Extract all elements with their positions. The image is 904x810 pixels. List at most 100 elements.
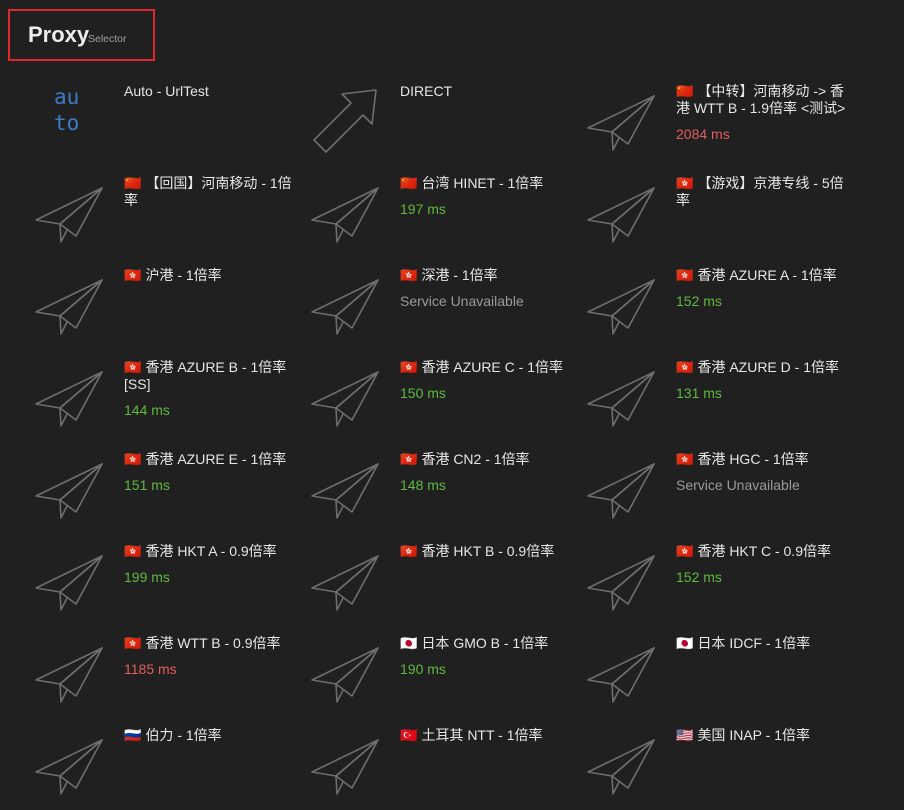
country-flag-icon: 🇭🇰 bbox=[400, 267, 418, 283]
paper-plane-icon bbox=[32, 266, 104, 338]
country-flag-icon: 🇭🇰 bbox=[676, 267, 694, 283]
paper-plane-icon bbox=[584, 542, 656, 614]
proxy-name-label: 日本 IDCF - 1倍率 bbox=[697, 635, 811, 651]
proxy-delay: 197 ms bbox=[400, 201, 446, 217]
proxy-name: 🇹🇷 土耳其 NTT - 1倍率 bbox=[400, 727, 576, 744]
proxy-name: 🇭🇰 香港 WTT B - 0.9倍率 bbox=[124, 635, 300, 652]
proxy-name-label: 香港 CN2 - 1倍率 bbox=[421, 451, 530, 467]
proxy-name: 🇭🇰 香港 AZURE D - 1倍率 bbox=[676, 359, 852, 376]
proxy-node[interactable]: DIRECT bbox=[306, 74, 582, 166]
proxy-name-label: 香港 AZURE A - 1倍率 bbox=[697, 267, 837, 283]
paper-plane-icon bbox=[32, 174, 104, 246]
proxy-name: 🇭🇰 香港 AZURE B - 1倍率 [SS] bbox=[124, 359, 300, 393]
paper-plane-icon bbox=[32, 726, 104, 798]
proxy-node[interactable]: 🇯🇵 日本 IDCF - 1倍率 bbox=[582, 626, 858, 718]
country-flag-icon: 🇭🇰 bbox=[676, 451, 694, 467]
country-flag-icon: 🇭🇰 bbox=[124, 451, 142, 467]
paper-plane-icon bbox=[308, 266, 380, 338]
proxy-node[interactable]: 🇭🇰 香港 AZURE A - 1倍率 152 ms bbox=[582, 258, 858, 350]
proxy-name: Auto - UrlTest bbox=[124, 83, 300, 100]
proxy-node[interactable]: 🇭🇰 香港 HKT B - 0.9倍率 bbox=[306, 534, 582, 626]
proxy-name-label: 香港 HKT B - 0.9倍率 bbox=[421, 543, 555, 559]
paper-plane-icon bbox=[308, 358, 380, 430]
proxy-node[interactable]: 🇭🇰 香港 AZURE D - 1倍率 131 ms bbox=[582, 350, 858, 442]
country-flag-icon: 🇭🇰 bbox=[400, 543, 418, 559]
proxy-node[interactable]: 🇭🇰 香港 AZURE B - 1倍率 [SS] 144 ms bbox=[30, 350, 306, 442]
proxy-node[interactable]: 🇭🇰 沪港 - 1倍率 bbox=[30, 258, 306, 350]
proxy-delay: 199 ms bbox=[124, 569, 170, 585]
paper-plane-icon bbox=[308, 726, 380, 798]
country-flag-icon: 🇭🇰 bbox=[676, 359, 694, 375]
proxy-name: 🇭🇰 【游戏】京港专线 - 5倍率 bbox=[676, 175, 852, 209]
proxy-name-label: 【中转】河南移动 -> 香港 WTT B - 1.9倍率 <测试> bbox=[676, 83, 846, 116]
proxy-name-label: Auto - UrlTest bbox=[124, 83, 209, 99]
proxy-name: 🇺🇸 美国 INAP - 1倍率 bbox=[676, 727, 852, 744]
proxy-name-label: 香港 HKT C - 0.9倍率 bbox=[697, 543, 831, 559]
proxy-delay: 131 ms bbox=[676, 385, 722, 401]
proxy-delay: 148 ms bbox=[400, 477, 446, 493]
proxy-delay: 152 ms bbox=[676, 569, 722, 585]
paper-plane-icon bbox=[584, 634, 656, 706]
proxy-node[interactable]: 🇨🇳 台湾 HINET - 1倍率 197 ms bbox=[306, 166, 582, 258]
proxy-name-label: 香港 AZURE C - 1倍率 bbox=[421, 359, 564, 375]
arrow-up-right-icon bbox=[308, 82, 380, 154]
proxy-node[interactable]: 🇭🇰 香港 HGC - 1倍率 Service Unavailable bbox=[582, 442, 858, 534]
paper-plane-icon bbox=[32, 634, 104, 706]
proxy-node[interactable]: 🇺🇸 美国 INAP - 1倍率 bbox=[582, 718, 858, 810]
proxy-name: 🇭🇰 香港 AZURE E - 1倍率 bbox=[124, 451, 300, 468]
proxy-group-type: Selector bbox=[88, 33, 127, 45]
country-flag-icon: 🇷🇺 bbox=[124, 727, 142, 743]
proxy-name: 🇭🇰 香港 HKT C - 0.9倍率 bbox=[676, 543, 852, 560]
proxy-name-label: 台湾 HINET - 1倍率 bbox=[421, 175, 544, 191]
proxy-node[interactable]: 🇹🇷 土耳其 NTT - 1倍率 bbox=[306, 718, 582, 810]
proxy-node[interactable]: 🇭🇰 深港 - 1倍率 Service Unavailable bbox=[306, 258, 582, 350]
country-flag-icon: 🇯🇵 bbox=[400, 635, 418, 651]
proxy-name-label: 香港 AZURE E - 1倍率 bbox=[145, 451, 287, 467]
paper-plane-icon bbox=[584, 266, 656, 338]
proxy-name: 🇷🇺 伯力 - 1倍率 bbox=[124, 727, 300, 744]
proxy-node[interactable]: 🇭🇰 香港 CN2 - 1倍率 148 ms bbox=[306, 442, 582, 534]
proxy-node[interactable]: 🇭🇰 香港 WTT B - 0.9倍率 1185 ms bbox=[30, 626, 306, 718]
proxy-name: 🇨🇳 【回国】河南移动 - 1倍率 bbox=[124, 175, 300, 209]
proxy-delay: Service Unavailable bbox=[400, 293, 524, 309]
paper-plane-icon bbox=[308, 450, 380, 522]
proxy-node[interactable]: au to Auto - UrlTest bbox=[30, 74, 306, 166]
proxy-name: 🇭🇰 深港 - 1倍率 bbox=[400, 267, 576, 284]
proxy-node[interactable]: 🇯🇵 日本 GMO B - 1倍率 190 ms bbox=[306, 626, 582, 718]
country-flag-icon: 🇨🇳 bbox=[400, 175, 418, 191]
paper-plane-icon bbox=[308, 634, 380, 706]
paper-plane-icon bbox=[584, 82, 656, 154]
paper-plane-icon bbox=[32, 358, 104, 430]
proxy-name: 🇭🇰 香港 HGC - 1倍率 bbox=[676, 451, 852, 468]
proxy-node[interactable]: 🇷🇺 伯力 - 1倍率 bbox=[30, 718, 306, 810]
proxy-group-title: Proxy bbox=[28, 22, 90, 47]
proxy-delay: 144 ms bbox=[124, 402, 170, 418]
proxy-name-label: 香港 HKT A - 0.9倍率 bbox=[145, 543, 277, 559]
proxy-name: 🇭🇰 沪港 - 1倍率 bbox=[124, 267, 300, 284]
proxy-group-header[interactable]: Proxy Selector bbox=[8, 9, 155, 61]
proxy-name-label: 【回国】河南移动 - 1倍率 bbox=[124, 175, 292, 208]
proxy-name: 🇯🇵 日本 IDCF - 1倍率 bbox=[676, 635, 852, 652]
country-flag-icon: 🇺🇸 bbox=[676, 727, 694, 743]
paper-plane-icon bbox=[32, 542, 104, 614]
country-flag-icon: 🇭🇰 bbox=[124, 543, 142, 559]
proxy-name-label: 日本 GMO B - 1倍率 bbox=[421, 635, 549, 651]
proxy-name-label: 沪港 - 1倍率 bbox=[145, 267, 222, 283]
proxy-delay: 151 ms bbox=[124, 477, 170, 493]
proxy-name-label: 伯力 - 1倍率 bbox=[145, 727, 222, 743]
proxy-node[interactable]: 🇭🇰 【游戏】京港专线 - 5倍率 bbox=[582, 166, 858, 258]
proxy-node[interactable]: 🇭🇰 香港 AZURE C - 1倍率 150 ms bbox=[306, 350, 582, 442]
proxy-name: DIRECT bbox=[400, 83, 576, 100]
country-flag-icon: 🇨🇳 bbox=[124, 175, 142, 191]
proxy-name-label: 香港 AZURE D - 1倍率 bbox=[697, 359, 840, 375]
proxy-node[interactable]: 🇭🇰 香港 HKT C - 0.9倍率 152 ms bbox=[582, 534, 858, 626]
proxy-node[interactable]: 🇭🇰 香港 AZURE E - 1倍率 151 ms bbox=[30, 442, 306, 534]
proxy-name: 🇨🇳 【中转】河南移动 -> 香港 WTT B - 1.9倍率 <测试> bbox=[676, 83, 852, 117]
proxy-delay: 1185 ms bbox=[124, 661, 177, 677]
auto-urltest-icon: au to bbox=[54, 85, 80, 135]
proxy-node[interactable]: 🇨🇳 【中转】河南移动 -> 香港 WTT B - 1.9倍率 <测试> 2084 … bbox=[582, 74, 858, 166]
proxy-name-label: 香港 WTT B - 0.9倍率 bbox=[145, 635, 281, 651]
proxy-name: 🇯🇵 日本 GMO B - 1倍率 bbox=[400, 635, 576, 652]
proxy-node[interactable]: 🇨🇳 【回国】河南移动 - 1倍率 bbox=[30, 166, 306, 258]
proxy-node[interactable]: 🇭🇰 香港 HKT A - 0.9倍率 199 ms bbox=[30, 534, 306, 626]
